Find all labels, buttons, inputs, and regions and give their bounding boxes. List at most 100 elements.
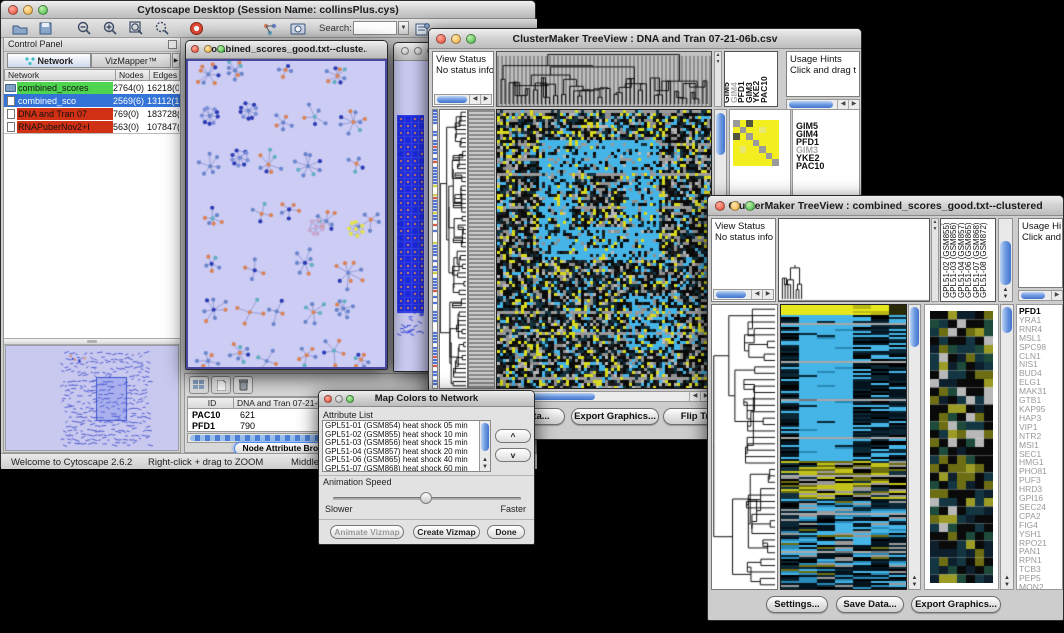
- minimize-button[interactable]: [204, 45, 212, 53]
- global-overview-strip[interactable]: [432, 109, 438, 389]
- scroll-arrows[interactable]: ▲▼: [909, 575, 920, 589]
- network-view-title-bar[interactable]: combined_scores_good.txt--cluste...: [186, 41, 387, 59]
- tab-network[interactable]: Network: [7, 53, 91, 68]
- minimize-button[interactable]: [335, 395, 343, 403]
- network-list-row[interactable]: combined_sco2569(6)13112(15): [4, 94, 180, 107]
- network-overview-canvas[interactable]: [6, 346, 178, 450]
- help-lifering-icon[interactable]: [185, 21, 207, 36]
- zoom-button[interactable]: [217, 45, 225, 53]
- attribute-select-icon[interactable]: [189, 376, 209, 394]
- array-label-panel[interactable]: GIM5GIM4PFD1GIM3YKE2PAC10: [724, 51, 778, 107]
- zoom-out-icon[interactable]: [73, 21, 95, 36]
- scroll-arrows[interactable]: ▲▼: [1001, 575, 1013, 589]
- create-vizmap-button[interactable]: Create Vizmap: [413, 525, 480, 539]
- array-label-vscrollbar[interactable]: ▲▼: [998, 218, 1013, 302]
- close-button[interactable]: [436, 34, 446, 44]
- scroll-left-icon[interactable]: ◀: [837, 100, 848, 109]
- move-up-button[interactable]: ^: [495, 429, 531, 443]
- close-button[interactable]: [324, 395, 332, 403]
- network-list-row[interactable]: DNA and Tran 07769(0)183728(0): [4, 107, 180, 120]
- tab-vizmapper[interactable]: VizMapper™: [91, 53, 171, 68]
- delete-attribute-icon[interactable]: [233, 376, 253, 394]
- col-header-nodes[interactable]: Nodes: [116, 69, 150, 81]
- correlation-matrix[interactable]: [733, 120, 779, 166]
- minimize-button[interactable]: [23, 5, 33, 15]
- gene-label[interactable]: PAC10: [796, 162, 824, 170]
- array-label[interactable]: PAC10: [759, 76, 769, 103]
- dense-cluster-canvas[interactable]: [397, 115, 424, 337]
- view-status-scrollbar[interactable]: ◀▶: [434, 94, 492, 105]
- network-list-row[interactable]: combined_scores2764(0)16218(0): [4, 81, 180, 94]
- zoom-heatmap-panel[interactable]: [924, 304, 999, 590]
- panel-splitter[interactable]: [4, 338, 180, 345]
- scroll-left-icon[interactable]: ◀: [751, 290, 762, 299]
- open-session-icon[interactable]: [9, 21, 31, 36]
- treeview-dna-title-bar[interactable]: ClusterMaker TreeView : DNA and Tran 07-…: [429, 29, 861, 49]
- scroll-left-icon[interactable]: ◀: [469, 95, 480, 104]
- zoom-button[interactable]: [466, 34, 476, 44]
- heatmap-vscrollbar[interactable]: ▲▼: [908, 304, 921, 590]
- scroll-right-icon[interactable]: ▶: [1051, 291, 1062, 300]
- heatmap-panel[interactable]: [496, 109, 712, 389]
- scroll-left-icon[interactable]: ◀: [689, 392, 700, 401]
- zoom-selected-icon[interactable]: [151, 21, 173, 36]
- id-column-header[interactable]: ID: [188, 397, 234, 409]
- heatmap-panel[interactable]: [780, 304, 907, 590]
- attribute-list-item[interactable]: GPL51-07 (GSM868) heat shock 60 min: [325, 465, 490, 472]
- minimize-button[interactable]: [730, 201, 740, 211]
- snapshot-icon[interactable]: [287, 21, 309, 36]
- gene-label-list[interactable]: GIM5GIM4PFD1GIM3YKE2PAC10: [796, 122, 824, 170]
- vizmapper-icon[interactable]: [259, 21, 281, 36]
- minimize-button[interactable]: [451, 34, 461, 44]
- export-graphics-button[interactable]: Export Graphics...: [911, 596, 1001, 613]
- tab-overflow-icon[interactable]: ▶: [172, 53, 180, 68]
- search-dropdown-icon[interactable]: ▼: [398, 21, 409, 35]
- close-button[interactable]: [715, 201, 725, 211]
- network-graph-canvas[interactable]: [188, 61, 385, 367]
- scroll-right-icon[interactable]: ▶: [762, 290, 773, 299]
- search-input[interactable]: [353, 21, 397, 35]
- network-overview-panel[interactable]: [5, 345, 179, 451]
- done-button[interactable]: Done: [487, 525, 525, 539]
- zoom-button[interactable]: [346, 395, 354, 403]
- gene-label-list[interactable]: PFD1YRA1RNR4MSL1SPC98CLN1NIS1BUD4ELG1MAK…: [1017, 305, 1062, 590]
- settings-button[interactable]: Settings...: [766, 596, 828, 613]
- gene-name-strip[interactable]: [468, 109, 495, 389]
- col-header-edges[interactable]: Edges: [150, 69, 180, 81]
- zoom-fit-icon[interactable]: [125, 21, 147, 36]
- array-label-panel[interactable]: GPL51-01 (GSM854)GPL51-02 (GSM855)GPL51-…: [940, 218, 996, 302]
- move-down-button[interactable]: v: [495, 448, 531, 462]
- view-status-scrollbar[interactable]: ◀▶: [713, 289, 774, 300]
- zoom-button[interactable]: [38, 5, 48, 15]
- export-graphics-button[interactable]: Export Graphics...: [571, 408, 659, 425]
- mini-scroll-arrows[interactable]: ▲▼: [714, 51, 722, 107]
- save-data-button[interactable]: Save Data...: [836, 596, 904, 613]
- zoom-vscrollbar[interactable]: ▲▼: [1000, 304, 1014, 590]
- save-session-icon[interactable]: [34, 21, 56, 36]
- gene-dendrogram-panel[interactable]: [439, 109, 468, 389]
- zoom-button[interactable]: [745, 201, 755, 211]
- dialog-title-bar[interactable]: Map Colors to Network: [319, 391, 534, 407]
- array-label[interactable]: GPL51-08 (GSM872): [979, 222, 988, 298]
- animate-vizmap-button[interactable]: Animate Vizmap: [330, 525, 404, 539]
- gene-dendrogram-panel[interactable]: [711, 304, 778, 590]
- usage-hints-scrollbar[interactable]: ▶: [1018, 290, 1063, 301]
- main-title-bar[interactable]: Cytoscape Desktop (Session Name: collins…: [1, 1, 535, 19]
- array-dendrogram-panel[interactable]: [778, 218, 930, 302]
- array-dendrogram-panel[interactable]: [496, 51, 712, 107]
- speed-slider-handle[interactable]: [420, 492, 432, 504]
- scroll-right-icon[interactable]: ▶: [480, 95, 491, 104]
- mini-scroll-arrows[interactable]: ▲▼: [931, 218, 939, 302]
- scroll-arrows[interactable]: ▲▼: [480, 457, 490, 471]
- close-button[interactable]: [8, 5, 18, 15]
- close-button[interactable]: [401, 47, 409, 55]
- col-header-network[interactable]: Network: [4, 69, 116, 81]
- attribute-list-scrollbar[interactable]: ▲▼: [479, 421, 490, 471]
- attribute-listbox[interactable]: GPL51-01 (GSM854) heat shock 05 minGPL51…: [322, 420, 491, 472]
- minimize-button[interactable]: [414, 47, 422, 55]
- scroll-right-icon[interactable]: ▶: [848, 100, 859, 109]
- zoom-in-icon[interactable]: [99, 21, 121, 36]
- new-attribute-icon[interactable]: [211, 376, 231, 394]
- network-list-row[interactable]: RNAPuberNov2+I563(0)107847(0): [4, 120, 180, 133]
- treeview-combined-title-bar[interactable]: ClusterMaker TreeView : combined_scores_…: [708, 196, 1063, 216]
